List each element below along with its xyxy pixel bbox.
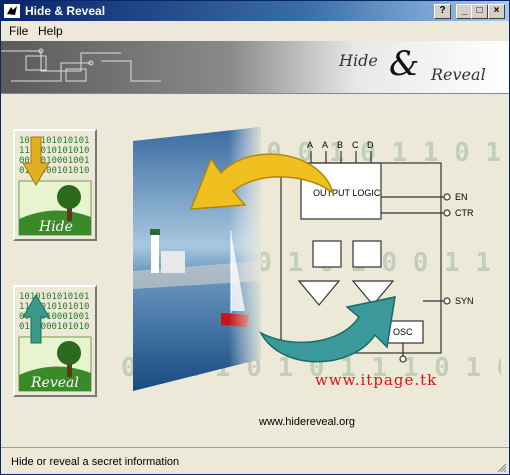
hide-icon: 1010101010101 1101010101010 000101000100…	[18, 136, 92, 236]
pin-label-a: A	[322, 140, 328, 150]
menu-bar: File Help	[1, 21, 509, 41]
pin-label-c: C	[352, 140, 359, 150]
app-icon[interactable]	[4, 4, 20, 18]
hero-illustration: 0 1 0 1 0 0 1 0 1 1 0 1 0 1 1 0 1 0 1 0 …	[121, 127, 501, 391]
maximize-button[interactable]: □	[471, 4, 488, 19]
reveal-button-label: Reveal	[30, 375, 79, 391]
pin-label-syn: SYN	[455, 296, 474, 306]
circuit-graphic	[1, 48, 161, 82]
status-bar: Hide or reveal a secret information	[1, 447, 509, 474]
window-title: Hide & Reveal	[25, 4, 106, 18]
pin-label-ctr: CTR	[455, 208, 474, 218]
status-text: Hide or reveal a secret information	[11, 456, 180, 468]
output-logic-label: OUTPUT LOGIC	[313, 188, 381, 198]
reveal-icon: 1010101010101 1101010101010 000101000100…	[18, 292, 92, 392]
menu-help[interactable]: Help	[38, 24, 63, 38]
logo-reveal-text: Reveal	[431, 65, 486, 84]
app-window: Hide & Reveal ? _ □ × File Help Hide & R…	[0, 0, 510, 475]
website-link[interactable]: www.hidereveal.org	[259, 416, 355, 428]
hide-button[interactable]: 1010101010101 1101010101010 000101000100…	[13, 129, 97, 241]
logo-hide-text: Hide	[339, 51, 378, 70]
hide-button-label: Hide	[38, 219, 73, 235]
header-banner: Hide & Reveal	[1, 41, 509, 94]
hide-binary-line: 1010101010101	[19, 136, 89, 146]
osc-label: OSC	[393, 327, 413, 337]
reveal-binary-line: 1010101010101	[19, 292, 89, 302]
watermark-text: www.itpage.tk	[315, 371, 438, 389]
logo-ampersand: &	[389, 44, 420, 84]
pin-label-d: D	[367, 140, 374, 150]
pin-label-b: B	[337, 140, 343, 150]
resize-grip-icon[interactable]	[495, 461, 507, 473]
menu-file[interactable]: File	[9, 24, 28, 38]
title-bar[interactable]: Hide & Reveal ? _ □ ×	[1, 1, 509, 21]
pin-label-a: A	[307, 140, 313, 150]
pin-label-en: EN	[455, 192, 468, 202]
reveal-binary-line: 0101000101010	[19, 322, 89, 332]
help-button[interactable]: ?	[434, 4, 451, 19]
hide-binary-line: 1101010101010	[19, 146, 89, 156]
close-button[interactable]: ×	[488, 4, 505, 19]
reveal-button[interactable]: 1010101010101 1101010101010 000101000100…	[13, 285, 97, 397]
